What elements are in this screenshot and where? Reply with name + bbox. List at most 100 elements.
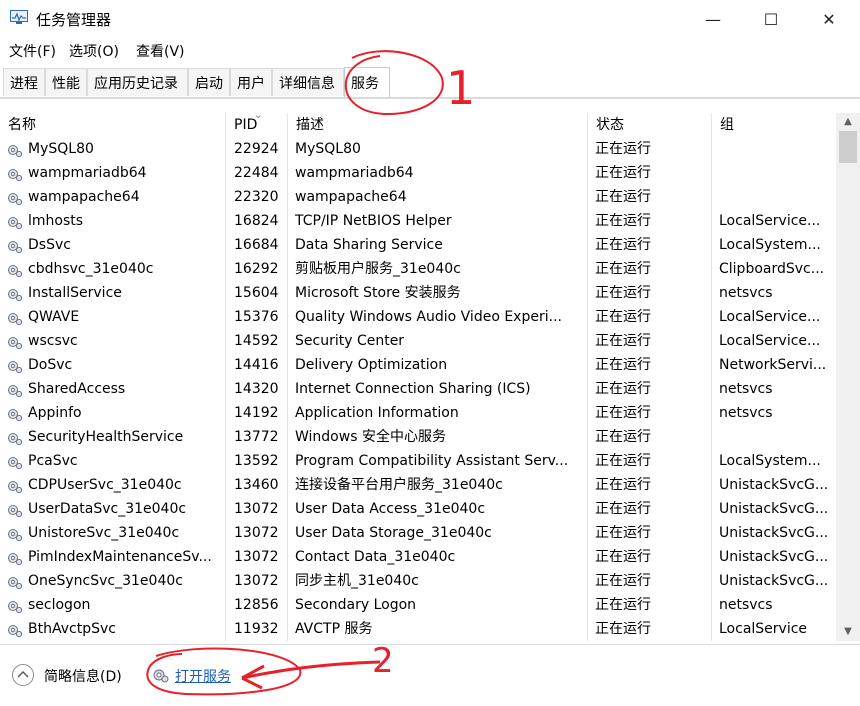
chevron-up-icon[interactable] (12, 664, 34, 686)
vertical-scrollbar[interactable]: ▲ ▼ (836, 113, 860, 641)
cell-description: Program Compatibility Assistant Serv... (288, 449, 588, 473)
table-row[interactable]: UserDataSvc_31e040c 13072 User Data Access… (0, 497, 836, 521)
cell-name: MySQL80 (28, 137, 226, 161)
cell-description: 剪贴板用户服务_31e040c (288, 257, 588, 281)
cell-pid: 15604 (226, 281, 288, 305)
cell-group: NetworkServi... (719, 357, 827, 373)
cell-pid: 13460 (226, 473, 288, 497)
tab-performance[interactable]: 性能 (45, 68, 87, 96)
cell-group: UnistackSvcG... (719, 501, 829, 517)
table-row[interactable]: DoSvc 14416 Delivery Optimization 正在运行 Netwo… (0, 353, 836, 377)
tab-app-history[interactable]: 应用历史记录 (87, 68, 188, 96)
services-gear-icon (153, 669, 169, 683)
cell-group: LocalService... (719, 213, 821, 229)
scroll-down-arrow-icon[interactable]: ▼ (836, 623, 860, 641)
cell-name: UnistoreSvc_31e040c (28, 521, 226, 545)
fewer-details-button[interactable]: 简略信息(D) (44, 666, 122, 686)
table-row[interactable]: SharedAccess 14320 Internet Connection Sha… (0, 377, 836, 401)
table-row[interactable]: wampapache64 22320 wampapache64 正在运行 (0, 185, 836, 209)
cell-pid: 22320 (226, 185, 288, 209)
column-pid[interactable]: PID ⌄ (226, 110, 288, 137)
cell-name: wampapache64 (28, 185, 226, 209)
footer-bar: 简略信息(D) 打开服务 (0, 644, 860, 706)
cell-status: 正在运行 (588, 545, 712, 569)
table-row[interactable]: wscsvc 14592 Security Center 正在运行 LocalServi… (0, 329, 836, 353)
cell-status: 正在运行 (588, 353, 712, 377)
cell-status: 正在运行 (588, 593, 712, 617)
scroll-up-arrow-icon[interactable]: ▲ (836, 113, 860, 131)
cell-status: 正在运行 (588, 257, 712, 281)
cell-name: QWAVE (28, 305, 226, 329)
table-row[interactable]: SecurityHealthService 13772 Windows 安全中心服务… (0, 425, 836, 449)
tab-services[interactable]: 服务 (344, 67, 390, 97)
cell-status: 正在运行 (588, 305, 712, 329)
table-row[interactable]: UnistoreSvc_31e040c 13072 User Data Storag… (0, 521, 836, 545)
cell-group: netsvcs (719, 405, 773, 421)
menu-options[interactable]: 选项(O) (69, 41, 119, 61)
gear-icon (7, 358, 23, 374)
cell-description: Application Information (288, 401, 588, 425)
table-row[interactable]: DsSvc 16684 Data Sharing Service 正在运行 LocalS… (0, 233, 836, 257)
cell-description: TCP/IP NetBIOS Helper (288, 209, 588, 233)
column-description[interactable]: 描述 (288, 113, 588, 137)
table-row[interactable]: cbdhsvc_31e040c 16292 剪贴板用户服务_31e040c 正在运行 C… (0, 257, 836, 281)
table-row[interactable]: lmhosts 16824 TCP/IP NetBIOS Helper 正在运行 Loc… (0, 209, 836, 233)
table-row[interactable]: OneSyncSvc_31e040c 13072 同步主机_31e040c 正在运行 U… (0, 569, 836, 593)
tab-processes[interactable]: 进程 (3, 68, 45, 96)
gear-icon (7, 238, 23, 254)
table-row[interactable]: QWAVE 15376 Quality Windows Audio Video Ex… (0, 305, 836, 329)
title-bar: 任务管理器 — ☐ ✕ (0, 0, 860, 38)
services-list: 名称 PID ⌄ 描述 状态 组 MySQL80 22924 MySQL80 正在运行… (0, 98, 860, 645)
cell-name: DsSvc (28, 233, 226, 257)
menu-file[interactable]: 文件(F) (9, 41, 56, 61)
column-group[interactable]: 组 (712, 113, 836, 137)
table-row[interactable]: MySQL80 22924 MySQL80 正在运行 (0, 137, 836, 161)
cell-pid: 22484 (226, 161, 288, 185)
cell-group: netsvcs (719, 285, 773, 301)
table-row[interactable]: PimIndexMaintenanceSv... 13072 Contact Dat… (0, 545, 836, 569)
cell-status: 正在运行 (588, 233, 712, 257)
gear-icon (7, 166, 23, 182)
table-row[interactable]: CDPUserSvc_31e040c 13460 连接设备平台用户服务_31e040… (0, 473, 836, 497)
minimize-button[interactable]: — (684, 0, 742, 38)
column-status[interactable]: 状态 (588, 113, 712, 137)
open-services-link[interactable]: 打开服务 (175, 666, 231, 686)
cell-group (712, 185, 836, 209)
tab-details[interactable]: 详细信息 (272, 68, 344, 96)
cell-pid: 16824 (226, 209, 288, 233)
cell-pid: 13072 (226, 545, 288, 569)
tab-startup[interactable]: 启动 (188, 68, 230, 96)
gear-icon (7, 142, 23, 158)
cell-pid: 13072 (226, 497, 288, 521)
gear-icon (7, 406, 23, 422)
column-name[interactable]: 名称 (0, 113, 226, 137)
cell-status: 正在运行 (588, 473, 712, 497)
table-row[interactable]: InstallService 15604 Microsoft Store 安装服务正… (0, 281, 836, 305)
window-title: 任务管理器 (36, 11, 112, 29)
cell-status: 正在运行 (588, 281, 712, 305)
cell-description: wampmariadb64 (288, 161, 588, 185)
menu-view[interactable]: 查看(V) (136, 41, 185, 61)
cell-status: 正在运行 (588, 161, 712, 185)
table-row[interactable]: seclogon 12856 Secondary Logon 正在运行 netsvcs (0, 593, 836, 617)
cell-description: Windows 安全中心服务 (288, 425, 588, 449)
cell-description: MySQL80 (288, 137, 588, 161)
close-button[interactable]: ✕ (800, 0, 858, 38)
cell-status: 正在运行 (588, 449, 712, 473)
gear-icon (7, 190, 23, 206)
scrollbar-thumb[interactable] (839, 131, 857, 163)
table-row[interactable]: Appinfo 14192 Application Information 正在运行 n… (0, 401, 836, 425)
gear-icon (7, 214, 23, 230)
cell-pid: 14416 (226, 353, 288, 377)
gear-icon (7, 526, 23, 542)
cell-pid: 14592 (226, 329, 288, 353)
cell-description: Contact Data_31e040c (288, 545, 588, 569)
cell-pid: 11932 (226, 617, 288, 641)
cell-status: 正在运行 (588, 401, 712, 425)
maximize-button[interactable]: ☐ (742, 0, 800, 38)
gear-icon (7, 550, 23, 566)
table-row[interactable]: wampmariadb64 22484 wampmariadb64 正在运行 (0, 161, 836, 185)
table-row[interactable]: PcaSvc 13592 Program Compatibility Assista… (0, 449, 836, 473)
tab-users[interactable]: 用户 (230, 68, 272, 96)
table-row[interactable]: BthAvctpSvc 11932 AVCTP 服务 正在运行 LocalService (0, 617, 836, 641)
